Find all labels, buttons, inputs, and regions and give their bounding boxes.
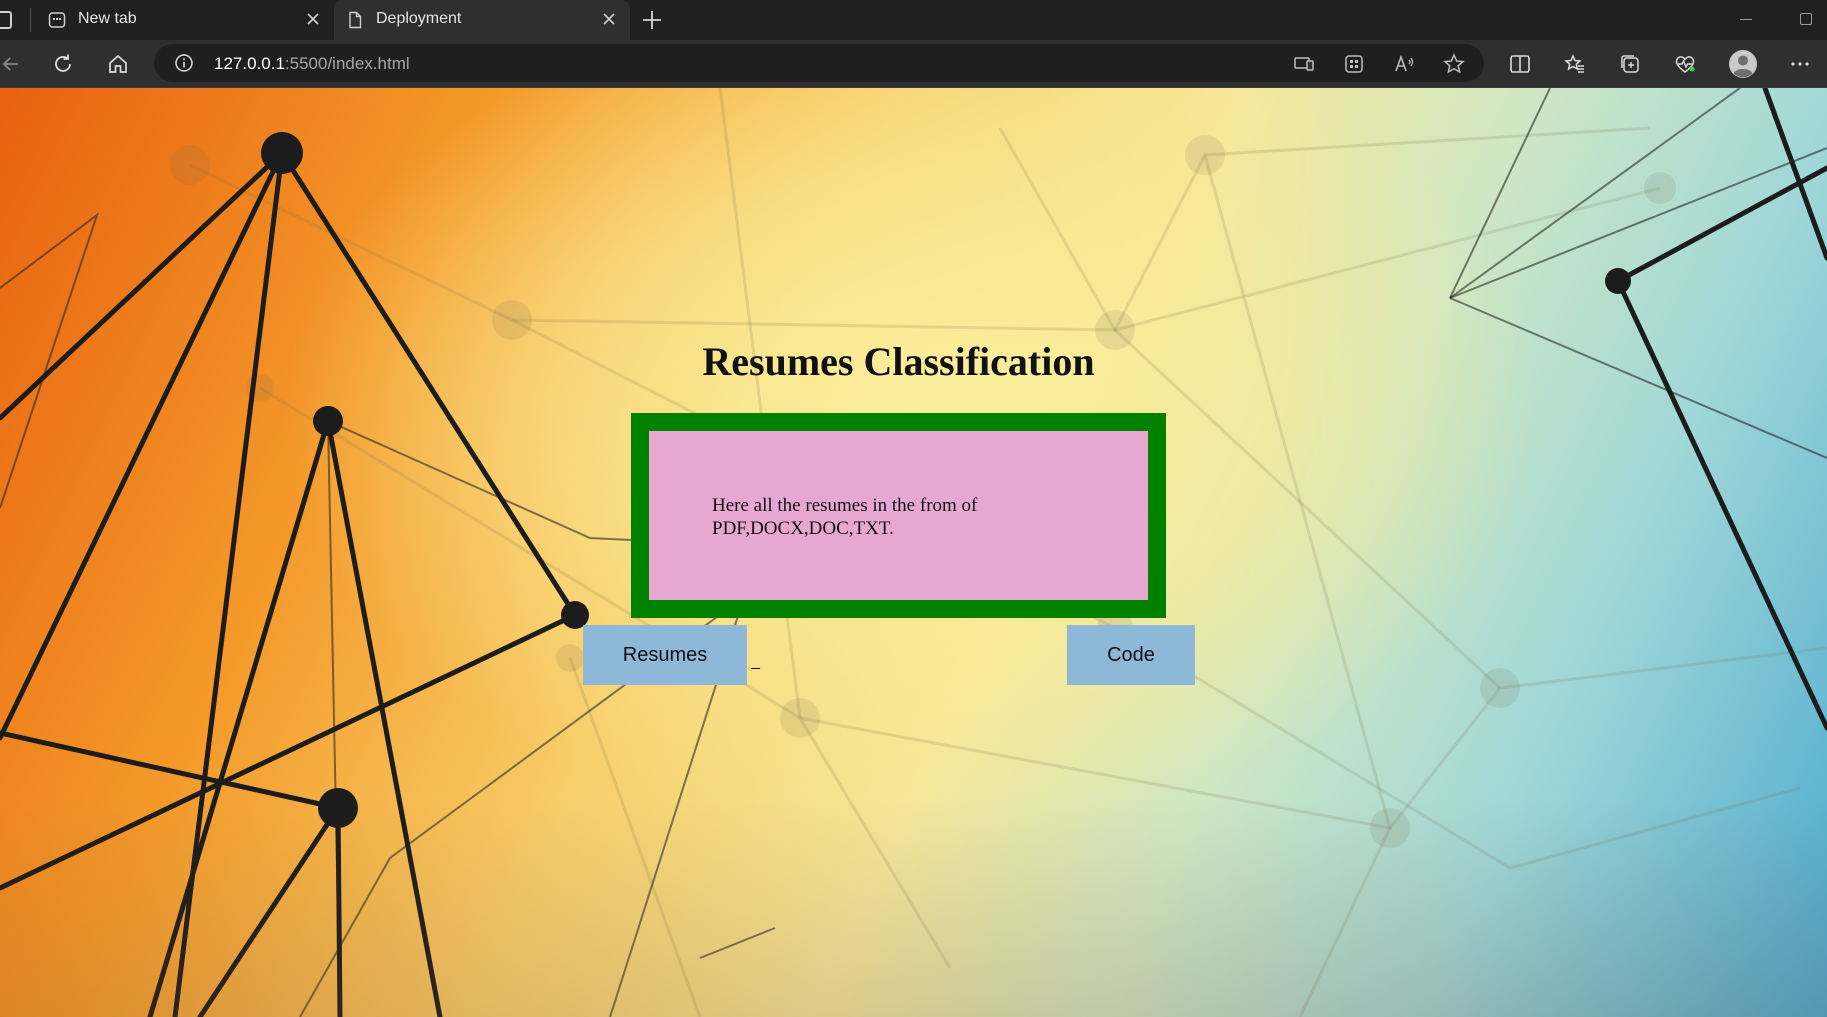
info-card-text: Here all the resumes in the from of PDF,… xyxy=(649,431,1148,600)
separator-underscore: _ xyxy=(751,653,760,670)
code-button[interactable]: Code xyxy=(1067,625,1195,685)
url-path: :5500/index.html xyxy=(284,54,410,73)
browser-toolbar: 127.0.0.1:5500/index.html xyxy=(0,40,1827,88)
tab-new-tab[interactable]: New tab xyxy=(36,0,334,40)
browser-essentials-icon[interactable] xyxy=(1673,52,1697,76)
info-icon[interactable] xyxy=(174,53,194,73)
tab-title: Deployment xyxy=(376,10,462,27)
refresh-icon[interactable] xyxy=(51,52,75,76)
favorite-star-icon[interactable] xyxy=(1442,52,1466,76)
tab-title: New tab xyxy=(78,10,137,27)
url-text: 127.0.0.1:5500/index.html xyxy=(214,54,410,74)
url-host: 127.0.0.1 xyxy=(214,54,285,73)
read-aloud-icon[interactable] xyxy=(1392,52,1416,76)
tab-separator xyxy=(30,8,31,32)
profile-avatar-icon[interactable] xyxy=(1728,49,1758,79)
close-icon[interactable] xyxy=(600,10,618,28)
home-icon[interactable] xyxy=(106,52,130,76)
new-tab-button[interactable] xyxy=(640,8,664,32)
workspaces-icon[interactable] xyxy=(0,11,12,29)
apps-icon[interactable] xyxy=(1342,52,1366,76)
close-icon[interactable] xyxy=(304,10,322,28)
new-tab-page-icon xyxy=(48,12,66,28)
more-options-icon[interactable] xyxy=(1788,52,1812,76)
info-card: Here all the resumes in the from of PDF,… xyxy=(631,413,1166,618)
favorites-icon[interactable] xyxy=(1563,52,1587,76)
back-icon[interactable] xyxy=(0,52,24,76)
resumes-button[interactable]: Resumes xyxy=(583,625,747,685)
collections-icon[interactable] xyxy=(1618,52,1642,76)
tab-deployment[interactable]: Deployment xyxy=(334,0,630,40)
document-icon xyxy=(349,11,362,29)
page-viewport: Resumes Classification Here all the resu… xyxy=(0,88,1827,1017)
restore-button[interactable] xyxy=(1800,13,1812,25)
page-title: Resumes Classification xyxy=(702,339,1095,384)
split-screen-icon[interactable] xyxy=(1508,52,1532,76)
device-icon[interactable] xyxy=(1292,52,1316,76)
address-bar[interactable]: 127.0.0.1:5500/index.html xyxy=(154,44,1484,82)
minimize-button[interactable] xyxy=(1740,19,1752,20)
tab-strip: New tab Deployment xyxy=(0,0,1827,40)
